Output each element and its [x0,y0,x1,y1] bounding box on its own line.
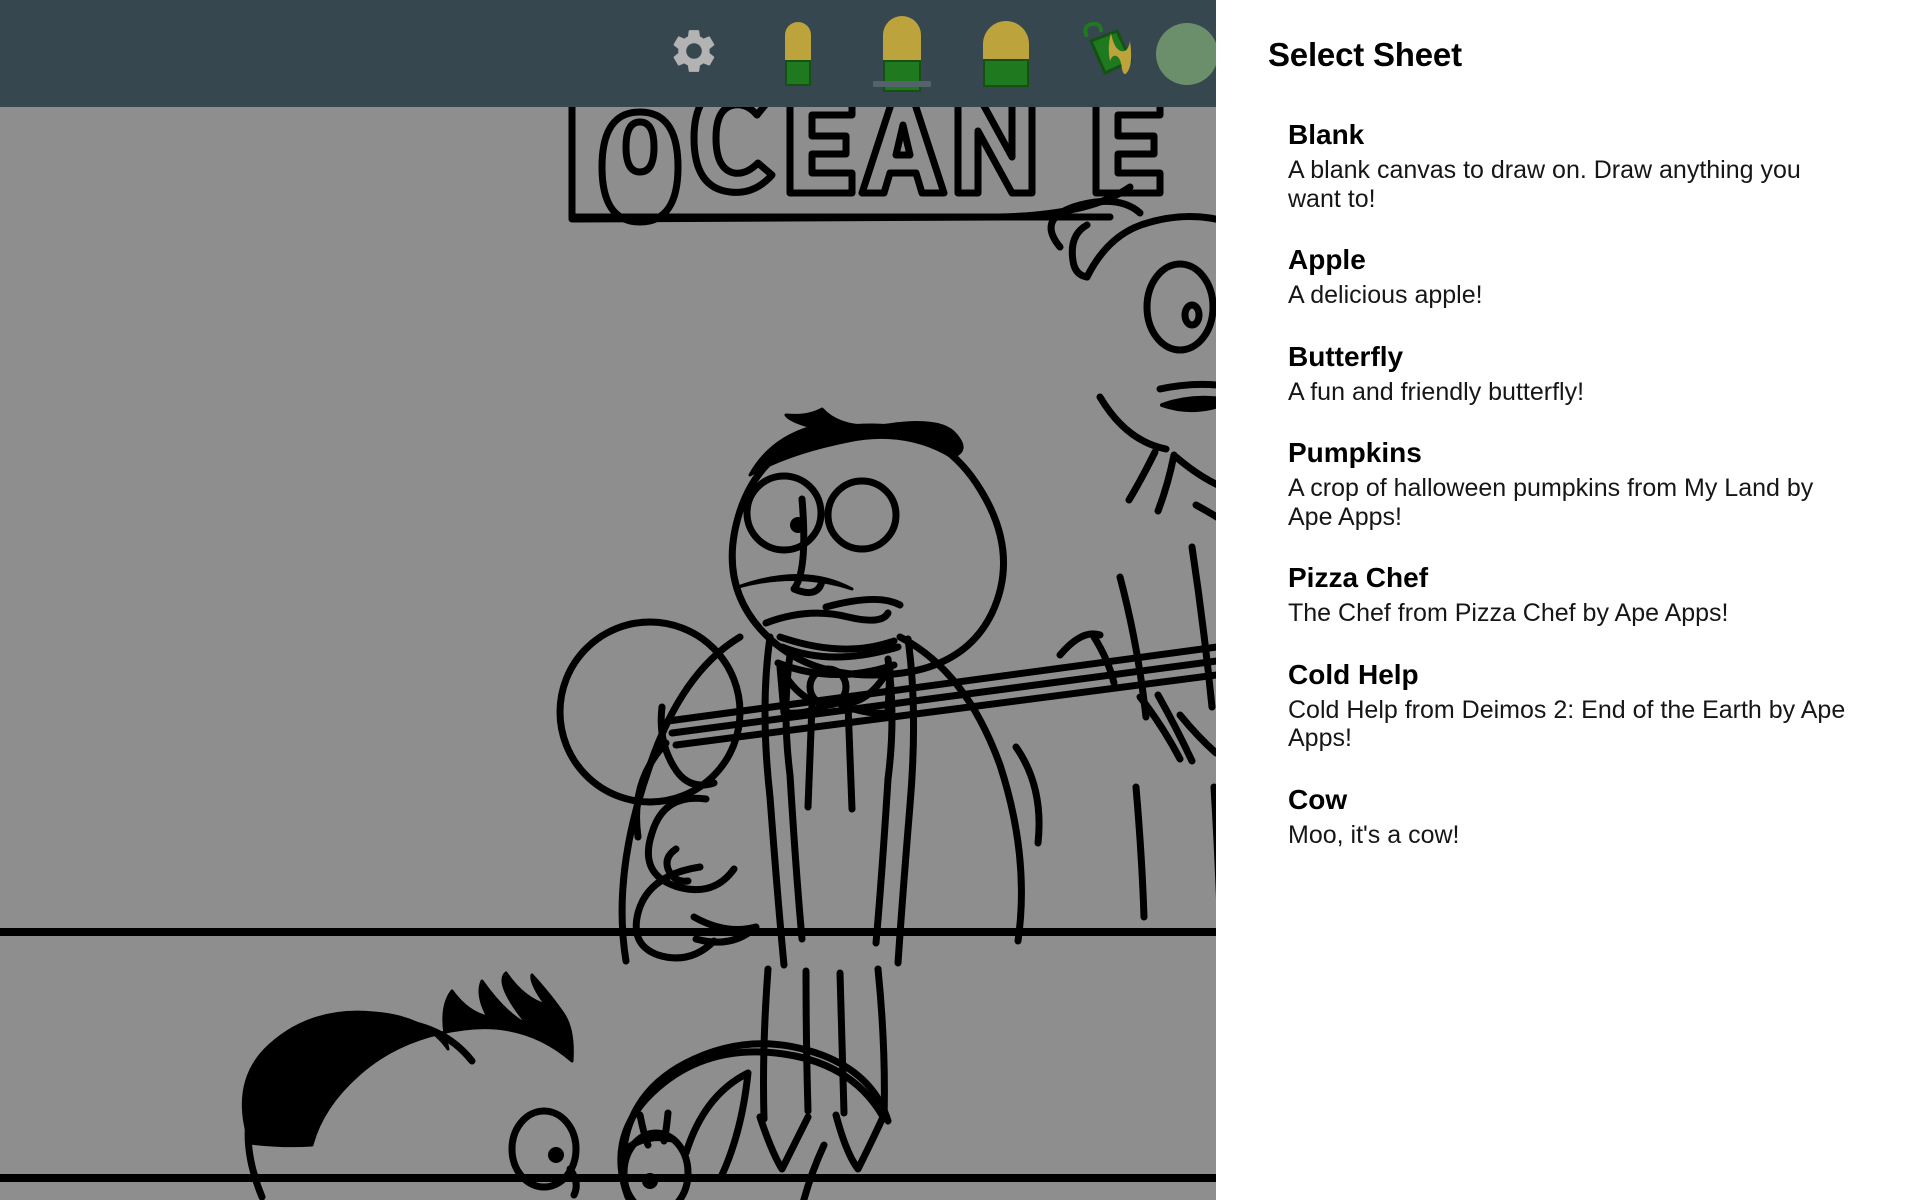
sheet-description: A fun and friendly butterfly! [1288,377,1585,406]
settings-button[interactable] [642,0,746,107]
sheet-description: The Chef from Pizza Chef by Ape Apps! [1288,599,1729,628]
sheet-item-pizza-chef[interactable]: Pizza Chef The Chef from Pizza Chef by A… [1268,561,1868,628]
sheet-name: Pumpkins [1288,437,1422,469]
brush-small-button[interactable] [746,0,850,107]
toolbar [0,0,1232,107]
tool-selected-indicator [873,81,931,87]
color-swatch-button[interactable] [1156,0,1218,107]
drawing-app [0,0,1232,1200]
fill-bucket-button[interactable] [1058,0,1162,107]
paint-bucket-icon [1077,19,1143,88]
crayon-small-icon [785,21,811,86]
sheet-name: Cow [1288,783,1348,815]
sheet-description: A delicious apple! [1288,281,1483,310]
crayon-large-icon [983,20,1029,87]
sheet-description: Moo, it's a cow! [1288,820,1460,849]
brush-medium-button[interactable] [850,0,954,107]
sheet-description: A blank canvas to draw on. Draw anything… [1288,156,1801,213]
sheet-name: Butterfly [1288,340,1404,372]
app-root: Select Sheet Blank A blank canvas to dra… [0,0,1920,1200]
select-sheet-panel: Select Sheet Blank A blank canvas to dra… [1216,0,1920,1200]
sheet-item-cow[interactable]: Cow Moo, it's a cow! [1268,783,1868,850]
sheet-name: Cold Help [1288,658,1419,690]
color-swatch-icon [1156,22,1218,85]
gear-icon [668,25,720,82]
sheet-name: Pizza Chef [1288,562,1429,594]
sheet-item-pumpkins[interactable]: Pumpkins A crop of halloween pumpkins fr… [1268,436,1868,531]
sheet-item-butterfly[interactable]: Butterfly A fun and friendly butterfly! [1268,340,1868,407]
sheet-name: Blank [1288,119,1365,150]
sheet-item-blank[interactable]: Blank A blank canvas to draw on. Draw an… [1268,118,1868,213]
drawing-canvas[interactable] [0,107,1232,1200]
brush-large-button[interactable] [954,0,1058,107]
sheet-item-cold-help[interactable]: Cold Help Cold Help from Deimos 2: End o… [1268,658,1868,753]
sheet-description: A crop of halloween pumpkins from My Lan… [1288,474,1814,531]
sheet-item-apple[interactable]: Apple A delicious apple! [1268,243,1868,310]
sheet-name: Apple [1288,244,1366,276]
panel-title: Select Sheet [1268,36,1462,73]
sheet-description: Cold Help from Deimos 2: End of the Eart… [1288,695,1846,753]
